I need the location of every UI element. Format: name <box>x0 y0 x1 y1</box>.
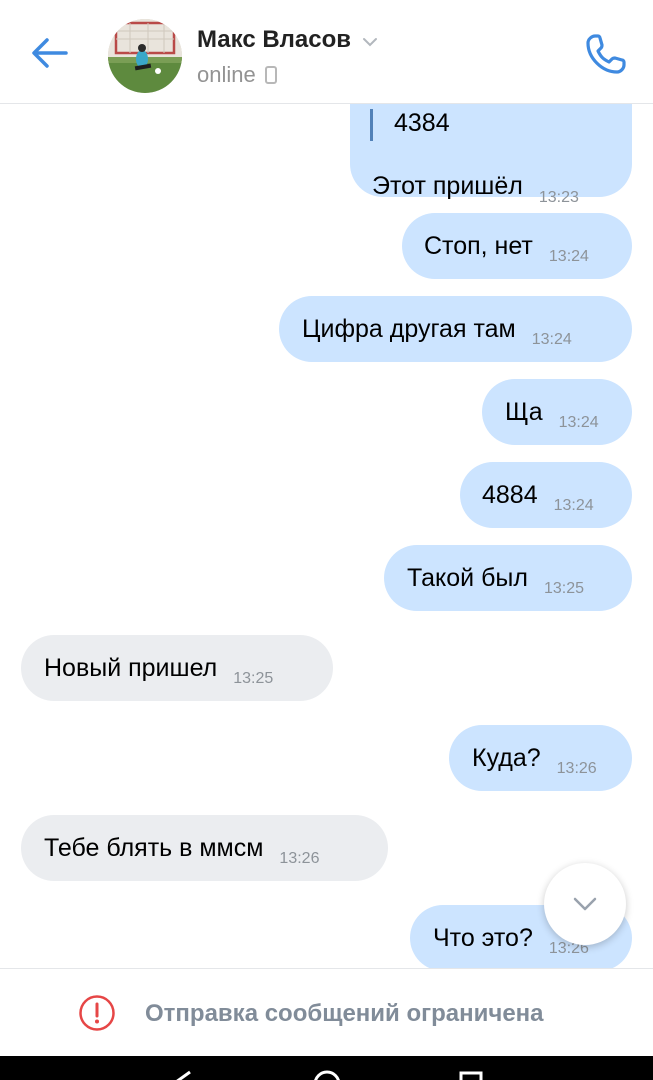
nav-home-icon[interactable] <box>312 1070 342 1080</box>
restriction-message: Отправка сообщений ограничена <box>145 1000 544 1027</box>
message-text: Тебе блять в ммсм <box>44 833 264 862</box>
message-outgoing[interactable]: Ща 13:24 <box>482 379 632 445</box>
scroll-down-chevron-icon <box>573 897 597 911</box>
message-time: 13:25 <box>233 670 274 687</box>
message-time: 13:26 <box>556 760 597 777</box>
nav-recents-icon[interactable] <box>458 1070 484 1080</box>
message-time: 13:25 <box>543 580 585 597</box>
composer-restricted-bar: Отправка сообщений ограничена <box>0 968 653 1056</box>
message-text: Цифра другая там <box>302 314 516 343</box>
message-incoming[interactable]: Новый пришел 13:25 <box>21 635 333 701</box>
message-time: 13:24 <box>553 497 594 514</box>
warning-icon <box>79 995 115 1031</box>
online-status: online <box>197 62 256 87</box>
chevron-down-icon <box>363 38 378 47</box>
back-arrow-icon[interactable] <box>26 30 72 76</box>
call-icon[interactable] <box>582 30 630 78</box>
message-outgoing[interactable]: Куда? 13:26 <box>449 725 632 791</box>
message-text: Стоп, нет <box>424 231 533 260</box>
chat-header: Макс Власов online <box>0 0 653 104</box>
message-time: 13:24 <box>548 248 589 265</box>
message-time: 13:24 <box>558 414 599 431</box>
message-text: Этот пришёл <box>372 172 523 200</box>
message-outgoing[interactable]: Цифра другая там 13:24 <box>279 296 632 362</box>
message-text: Такой был <box>407 563 528 592</box>
message-text: Что это? <box>433 923 533 952</box>
message-time: 13:24 <box>531 331 572 348</box>
message-text: Куда? <box>472 743 541 772</box>
contact-name-row[interactable]: Макс Власов <box>197 26 379 54</box>
message-outgoing[interactable]: Стоп, нет 13:24 <box>402 213 632 279</box>
message-text: 4884 <box>482 480 538 509</box>
message-text: Ща <box>505 397 543 426</box>
avatar[interactable] <box>108 19 182 93</box>
message-incoming[interactable]: Тебе блять в ммсм 13:26 <box>21 815 388 881</box>
quote-bar <box>370 109 373 141</box>
quoted-text: 4384 <box>394 109 450 137</box>
message-time: 13:23 <box>538 188 579 206</box>
message-list[interactable]: 4384 Этот пришёл 13:23 Стоп, нет 13:24 Ц… <box>0 104 653 968</box>
nav-back-icon[interactable] <box>170 1070 196 1080</box>
message-time: 13:26 <box>279 850 320 867</box>
message-text: Новый пришел <box>44 653 218 682</box>
system-nav-bar <box>0 1056 653 1080</box>
message-outgoing[interactable]: 4384 Этот пришёл 13:23 <box>350 104 632 206</box>
message-outgoing[interactable]: 4884 13:24 <box>460 462 632 528</box>
message-outgoing[interactable]: Такой был 13:25 <box>384 545 632 611</box>
status-row: online <box>197 62 277 88</box>
contact-name: Макс Власов <box>197 26 352 53</box>
phone-device-icon <box>264 66 277 84</box>
scroll-to-bottom-button[interactable] <box>544 863 626 945</box>
